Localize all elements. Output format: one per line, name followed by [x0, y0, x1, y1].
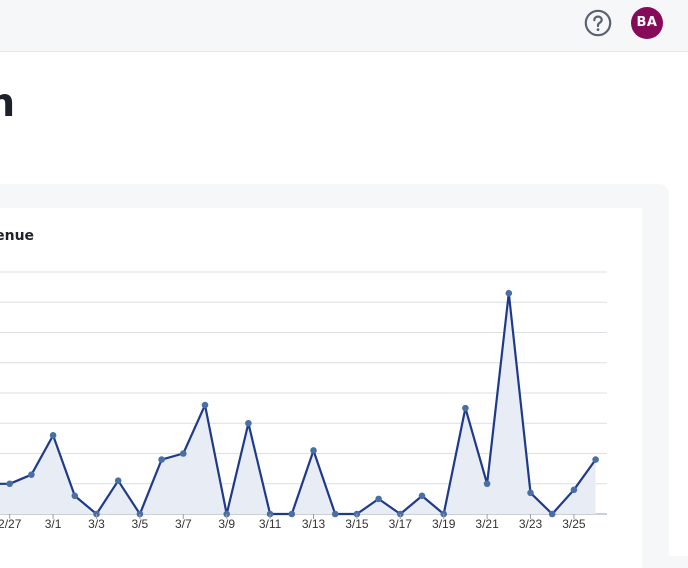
- data-point-3-21[interactable]: [483, 480, 491, 488]
- data-point-3-24[interactable]: [548, 510, 556, 518]
- chart-area: [0, 293, 596, 514]
- x-tick-label: 3/9: [218, 517, 235, 531]
- data-point-3-10[interactable]: [245, 419, 252, 427]
- x-tick-label: 3/15: [345, 517, 369, 531]
- x-tick-label: 3/21: [475, 517, 499, 531]
- data-point-3-22[interactable]: [505, 289, 513, 297]
- data-point-3-6[interactable]: [158, 456, 165, 463]
- x-tick-label: 3/5: [132, 517, 149, 531]
- x-tick-label: 3/23: [519, 517, 543, 531]
- x-tick-label: 3/3: [88, 517, 105, 531]
- x-tick-label: 3/19: [432, 517, 456, 531]
- data-point-3-14[interactable]: [331, 510, 339, 518]
- data-point-3-12[interactable]: [288, 510, 296, 518]
- data-point-3-16[interactable]: [375, 495, 382, 503]
- data-point-3-7[interactable]: [180, 450, 187, 457]
- data-point-3-4[interactable]: [114, 477, 122, 485]
- data-point-3-1[interactable]: [49, 432, 57, 439]
- x-tick-label: 3/25: [562, 517, 586, 531]
- data-point-2-27[interactable]: [6, 480, 13, 488]
- data-point-3-2[interactable]: [71, 492, 79, 500]
- data-point-3-26[interactable]: [592, 456, 599, 463]
- data-point-3-13[interactable]: [310, 447, 317, 454]
- x-tick-label: 3/17: [389, 517, 413, 531]
- x-tick-label: 3/13: [302, 517, 326, 531]
- x-tick-label: 3/11: [259, 517, 282, 531]
- revenue-chart: 2/27 3/1 3/3 3/5 3/7 3/9 3/11 3/13 3/15 3/17 3/19 3…: [0, 271, 607, 531]
- data-point-3-23[interactable]: [527, 489, 534, 497]
- data-point-3-8[interactable]: [201, 401, 209, 409]
- x-tick-label: 3/7: [175, 517, 192, 531]
- data-point-2-28[interactable]: [28, 471, 35, 478]
- x-tick-label: 3/1: [45, 517, 62, 531]
- data-point-3-25[interactable]: [570, 486, 578, 494]
- x-tick-label: 2/27: [0, 517, 22, 531]
- data-point-3-20[interactable]: [462, 404, 469, 412]
- data-point-3-18[interactable]: [418, 492, 426, 500]
- area-fill: [0, 293, 596, 514]
